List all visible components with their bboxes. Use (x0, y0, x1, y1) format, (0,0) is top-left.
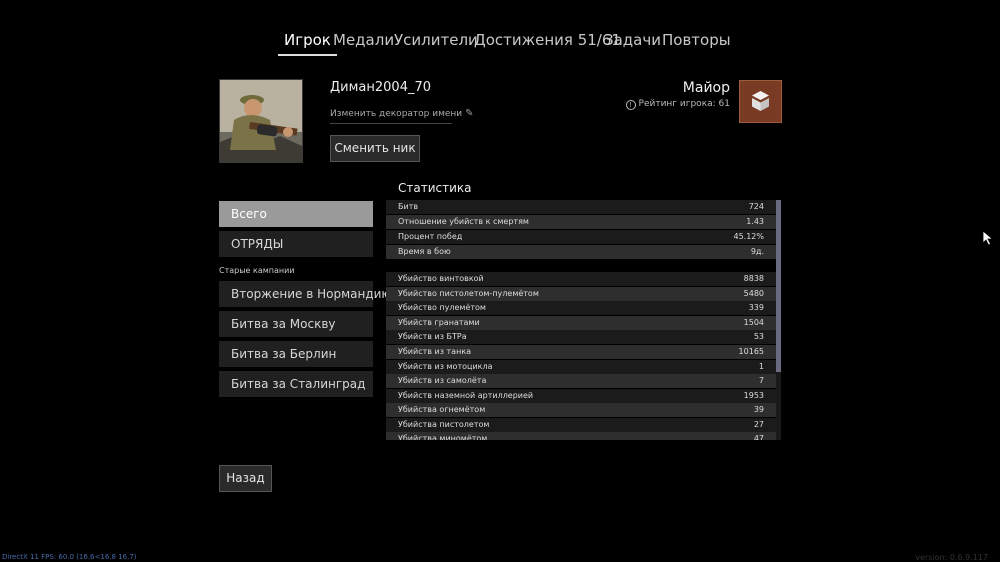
stat-label: Убийств гранатами (398, 318, 480, 327)
scrollbar-thumb[interactable] (776, 200, 781, 372)
stat-label: Убийств из самолёта (398, 376, 487, 385)
stat-row: Отношение убийств к смертям 1.43 (386, 215, 776, 229)
menu-item-squads[interactable]: ОТРЯДЫ (219, 231, 373, 257)
menu-item-all[interactable]: Всего (219, 201, 373, 227)
stat-label: Убийство пистолетом-пулемётом (398, 289, 539, 298)
menu-item-moscow[interactable]: Битва за Москву (219, 311, 373, 337)
stat-label: Убийств наземной артиллерией (398, 391, 534, 400)
stat-label: Отношение убийств к смертям (398, 217, 529, 226)
cube-icon (752, 91, 769, 111)
menu-item-stalingrad[interactable]: Битва за Сталинград (219, 371, 373, 397)
stat-label: Убийство пулемётом (398, 303, 486, 312)
stat-label: Убийства миномётом (398, 434, 488, 440)
stat-label: Битв (398, 202, 419, 211)
decorator-label: Изменить декоратор имени (330, 109, 463, 119)
stat-label: Убийство винтовкой (398, 274, 484, 283)
stats-table[interactable]: Битв 724 Отношение убийств к смертям 1.43 … (386, 200, 776, 440)
pencil-icon: ✎ (465, 108, 474, 119)
stat-value: 27 (753, 420, 764, 429)
stat-row: Убийство пулемётом 339 (386, 301, 776, 315)
fps-counter: DirectX 11 FPS: 60.0 (16.6<16.8 16.7) (2, 553, 137, 561)
player-nickname: Диман2004_70 (330, 80, 432, 95)
stat-label: Убийств из мотоцикла (398, 362, 493, 371)
mouse-cursor-icon (982, 230, 994, 246)
stat-label: Убийства огнемётом (398, 405, 486, 414)
stat-row: Убийств наземной артиллерией 1953 (386, 389, 776, 403)
stat-label: Время в бою (398, 247, 451, 256)
stat-value: 1 (758, 362, 764, 371)
stat-label: Процент побед (398, 232, 463, 241)
stat-label: Убийства пистолетом (398, 420, 490, 429)
stat-value: 10165 (738, 347, 764, 356)
stat-row: Убийств из БТРа 53 (386, 330, 776, 344)
tab-tasks[interactable]: Задачи (604, 28, 661, 54)
stat-value: 724 (748, 202, 764, 211)
stat-row: Убийства пистолетом 27 (386, 418, 776, 432)
stat-value: 339 (748, 303, 764, 312)
stat-row: Убийств из танка 10165 (386, 345, 776, 359)
stat-row: Убийств из мотоцикла 1 (386, 360, 776, 374)
stat-row: Убийства миномётом 47 (386, 432, 776, 440)
tab-achievements[interactable]: Достижения 51/61 (474, 28, 621, 54)
player-rating: ! Рейтинг игрока: 61 (600, 99, 730, 110)
back-button[interactable]: Назад (219, 465, 272, 492)
player-avatar[interactable] (219, 79, 303, 163)
stat-value: 1504 (743, 318, 764, 327)
stat-row: Убийство винтовкой 8838 (386, 272, 776, 286)
stat-value: 1953 (743, 391, 764, 400)
stat-row: Убийств гранатами 1504 (386, 316, 776, 330)
stat-value: 47 (753, 434, 764, 440)
stats-title: Статистика (398, 181, 472, 195)
stat-row: Процент побед 45.12% (386, 230, 776, 244)
tab-replays[interactable]: Повторы (662, 28, 731, 54)
tab-player[interactable]: Игрок (278, 28, 337, 56)
stat-value: 7 (758, 376, 764, 385)
change-nick-button[interactable]: Сменить ник (330, 135, 420, 162)
tab-medals[interactable]: Медали (333, 28, 394, 54)
version-label: version: 0.6.9.117 (915, 553, 988, 562)
rating-text: Рейтинг игрока: 61 (638, 99, 730, 109)
stat-value: 45.12% (733, 232, 764, 241)
stat-label: Убийств из танка (398, 347, 472, 356)
player-rank: Майор (682, 80, 730, 96)
stat-row: Убийства огнемётом 39 (386, 403, 776, 417)
stat-value: 5480 (743, 289, 764, 298)
stat-value: 8838 (743, 274, 764, 283)
stats-scrollbar[interactable] (776, 200, 781, 440)
stat-value: 53 (753, 332, 764, 341)
menu-item-normandy[interactable]: Вторжение в Нормандию (219, 281, 392, 307)
stat-row: Битв 724 (386, 200, 776, 214)
info-icon[interactable]: ! (625, 100, 636, 110)
stat-value: 1.43 (746, 217, 764, 226)
tab-boosters[interactable]: Усилители (394, 28, 478, 54)
soldier-portrait-icon (220, 80, 302, 162)
menu-item-berlin[interactable]: Битва за Берлин (219, 341, 373, 367)
stat-row: Убийство пистолетом-пулемётом 5480 (386, 287, 776, 301)
stat-value: 9д. (750, 247, 764, 256)
top-nav: Игрок Медали Усилители Достижения 51/61 … (0, 28, 1000, 56)
stat-label: Убийств из БТРа (398, 332, 467, 341)
rank-badge-icon (739, 80, 782, 123)
stat-row: Время в бою 9д. (386, 245, 776, 259)
old-campaigns-label: Старые кампании (219, 266, 295, 275)
change-name-decorator-link[interactable]: Изменить декоратор имени ✎ (330, 108, 474, 124)
stat-value: 39 (753, 405, 764, 414)
stat-row: Убийств из самолёта 7 (386, 374, 776, 388)
